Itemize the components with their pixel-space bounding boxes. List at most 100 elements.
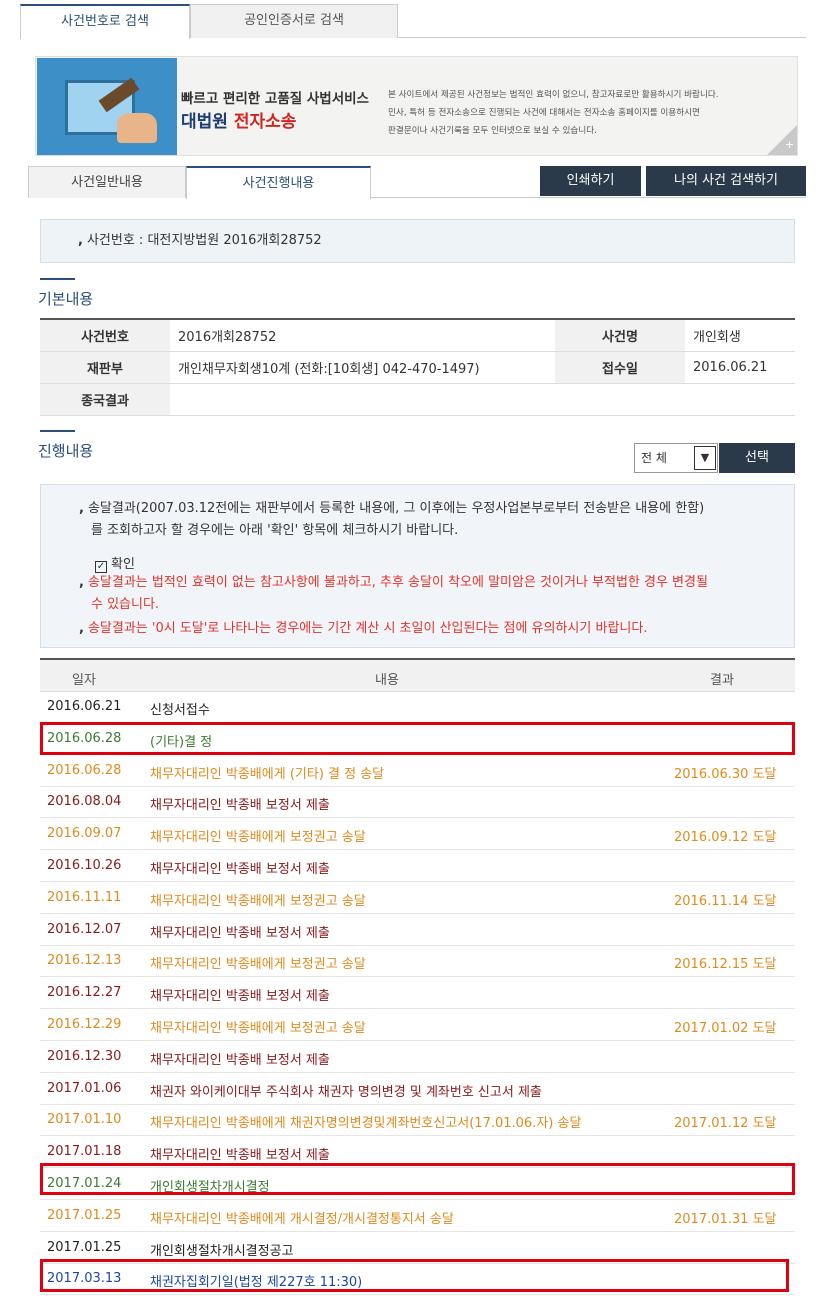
case-no-label: 사건번호 [40,319,170,352]
table-row: 2016.06.21 신청서접수 [40,692,795,723]
highlight-box [40,1163,795,1195]
row-date: 2016.12.07 [47,921,122,937]
row-content: 채무자대리인 박종배 보정서 제출 [150,925,330,941]
basic-section-title: 기본내용 [38,290,94,308]
progress-filter-select[interactable]: 전 체 ▼ [634,443,718,473]
notice-line: , 송달결과는 법적인 효력이 없는 참고사항에 불과하고, 추후 송달이 착오에… [79,575,708,590]
row-date: 2017.01.10 [47,1112,122,1128]
brand-court: 대법원 [181,112,228,132]
print-button[interactable]: 인쇄하기 [540,166,641,196]
row-content: 채무자대리인 박종배 보정서 제출 [150,862,330,877]
banner-notice-line: 본 사이트에서 제공된 사건정보는 법적인 효력이 없으니, 참고자료로만 활용… [388,90,719,100]
ecourt-banner[interactable]: 빠르고 편리한 고품질 사법서비스 대법원 전자소송 본 사이트에서 제공된 사… [35,56,798,156]
final-result-value [170,383,795,416]
banner-notice-line: 판결문이나 사건기록을 모두 인터넷으로 보실 수 있습니다. [388,126,597,136]
case-number-box: , 사건번호 : 대전지방법원 2016개회28752 [40,219,795,263]
progress-section-title: 진행내용 [38,442,94,460]
case-number-line: 사건번호 : 대전지방법원 2016개회28752 [86,233,322,248]
row-date: 2016.06.21 [47,699,122,714]
row-content: 채무자대리인 박종배 보정서 제출 [150,989,330,1005]
row-date: 2017.01.25 [47,1207,122,1223]
content-header: 내용 [375,673,399,688]
table-row: 2016.06.28 채무자대리인 박종배에게 (기타) 결 정 송달 2016.0… [40,756,795,787]
table-row: 2016.12.13 채무자대리인 박종배에게 보정권고 송달 2016.12.15… [40,946,795,978]
row-date: 2017.01.18 [47,1144,122,1160]
row-result: 2016.11.14 도달 [674,893,777,909]
table-row: 2016.11.11 채무자대리인 박종배에게 보정권고 송달 2016.11.14… [40,883,795,914]
table-row: 2016.10.26 채무자대리인 박종배 보정서 제출 [40,851,795,882]
row-date: 2017.01.06 [47,1080,122,1096]
confirm-checkbox[interactable]: ✓ 확인 [95,553,135,573]
banner-notice-line: 민사, 특허 등 전자소송으로 진행되는 사건에 대해서는 전자소송 홈페이지를… [388,108,700,118]
row-content: 채무자대리인 박종배 보정서 제출 [150,1052,330,1068]
tab-case-progress[interactable]: 사건진행내용 [186,166,371,199]
tab-search-by-case-number[interactable]: 사건번호로 검색 [20,4,190,39]
gavel-illustration-icon [37,58,177,155]
search-mode-tabs: 사건번호로 검색 공인인증서로 검색 [20,4,806,39]
row-date: 2016.12.27 [47,985,122,1001]
row-date: 2016.08.04 [47,794,122,810]
notice-line: , 송달결과(2007.03.12전에는 재판부에서 등록한 내용에, 그 이후에… [79,501,705,516]
row-date: 2016.12.13 [47,953,122,969]
notice-line: 수 있습니다. [91,597,160,612]
date-header: 일자 [72,673,96,688]
row-content: 채무자대리인 박종배에게 보정권고 송달 [150,830,366,846]
row-date: 2016.11.11 [47,889,122,905]
progress-table-header: 일자 내용 결과 [40,658,795,692]
brand-ecase: 전자소송 [233,112,297,132]
row-result: 2017.01.12 도달 [674,1116,777,1132]
table-row: 2016.12.07 채무자대리인 박종배 보정서 제출 [40,915,795,946]
row-result: 2016.06.30 도달 [674,766,777,782]
filter-value: 전 체 [641,451,667,465]
row-date: 2016.10.26 [47,858,122,873]
table-row: 2016.09.07 채무자대리인 박종배에게 보정권고 송달 2016.09.12… [40,819,795,851]
row-content: 채무자대리인 박종배에게 개시결정/개시결정통지서 송달 [150,1211,454,1227]
banner-notice: 본 사이트에서 제공된 사건정보는 법적인 효력이 없으니, 참고자료로만 활용… [388,85,793,141]
received-label: 접수일 [555,351,685,384]
section-marker [40,278,75,280]
table-row: 2016.12.27 채무자대리인 박종배 보정서 제출 [40,978,795,1010]
row-result: 2016.12.15 도달 [674,957,777,973]
bullet-icon: , [78,233,83,248]
highlight-box [40,1259,789,1292]
table-row: 2017.01.10 채무자대리인 박종배에게 채권자명의변경및계좌번호신고서(1… [40,1105,795,1137]
court-label: 재판부 [40,351,170,384]
chevron-down-icon[interactable]: ▼ [694,446,716,470]
row-content: 채무자대리인 박종배에게 채권자명의변경및계좌번호신고서(17.01.06.자)… [150,1116,582,1132]
tab-case-general[interactable]: 사건일반내용 [28,166,186,198]
table-row: 2017.01.06 채권자 와이케이대부 주식회사 채권자 명의변경 및 계좌번… [40,1074,795,1105]
row-content: 채권자 와이케이대부 주식회사 채권자 명의변경 및 계좌번호 신고서 제출 [150,1084,542,1100]
row-date: 2017.01.25 [47,1239,122,1255]
select-button[interactable]: 선택 [719,443,795,473]
confirm-label: 확인 [111,557,135,572]
my-case-search-button[interactable]: 나의 사건 검색하기 [646,166,806,196]
row-content: 채무자대리인 박종배에게 보정권고 송달 [150,957,366,973]
row-date: 2016.09.07 [47,826,122,842]
row-content: 개인회생절차개시결정공고 [150,1243,294,1259]
banner-more-button[interactable]: + [767,125,797,155]
banner-brand: 대법원 전자소송 [181,107,296,132]
table-row: 2016.12.30 채무자대리인 박종배 보정서 제출 [40,1042,795,1073]
row-result: 2017.01.31 도달 [674,1211,777,1227]
row-date: 2016.12.30 [47,1048,122,1064]
row-content: 채무자대리인 박종배에게 보정권고 송달 [150,893,366,909]
court-value: 개인채무자회생10계 (전화:[10회생] 042-470-1497) [170,351,555,384]
table-row: 2017.01.25 채무자대리인 박종배에게 개시결정/개시결정통지서 송달 20… [40,1201,795,1232]
notice-line: , 송달결과는 '0시 도달'로 나타나는 경우에는 기간 계산 시 초일이 산입… [79,621,648,636]
case-no-value: 2016개회28752 [170,319,555,352]
row-content: 신청서접수 [150,703,210,718]
row-date: 2016.12.29 [47,1017,122,1032]
row-content: 채무자대리인 박종배 보정서 제출 [150,798,330,814]
highlight-box [40,722,795,755]
row-result: 2016.09.12 도달 [674,830,777,846]
tab-search-by-certificate[interactable]: 공인인증서로 검색 [190,4,398,38]
table-row: 2016.08.04 채무자대리인 박종배 보정서 제출 [40,787,795,819]
basic-info-table: 사건번호 2016개회28752 사건명 개인회생 재판부 개인채무자회생10계… [40,318,795,416]
banner-slogan: 빠르고 편리한 고품질 사법서비스 [181,91,369,107]
final-result-label: 종국결과 [40,383,170,416]
row-content: 채무자대리인 박종배에게 (기타) 결 정 송달 [150,766,385,782]
plus-icon: + [785,138,795,151]
section-marker [40,430,75,432]
case-name-value: 개인회생 [685,319,795,352]
notice-line: 를 조회하고자 할 경우에는 아래 '확인' 항목에 체크하시기 바랍니다. [91,523,459,538]
